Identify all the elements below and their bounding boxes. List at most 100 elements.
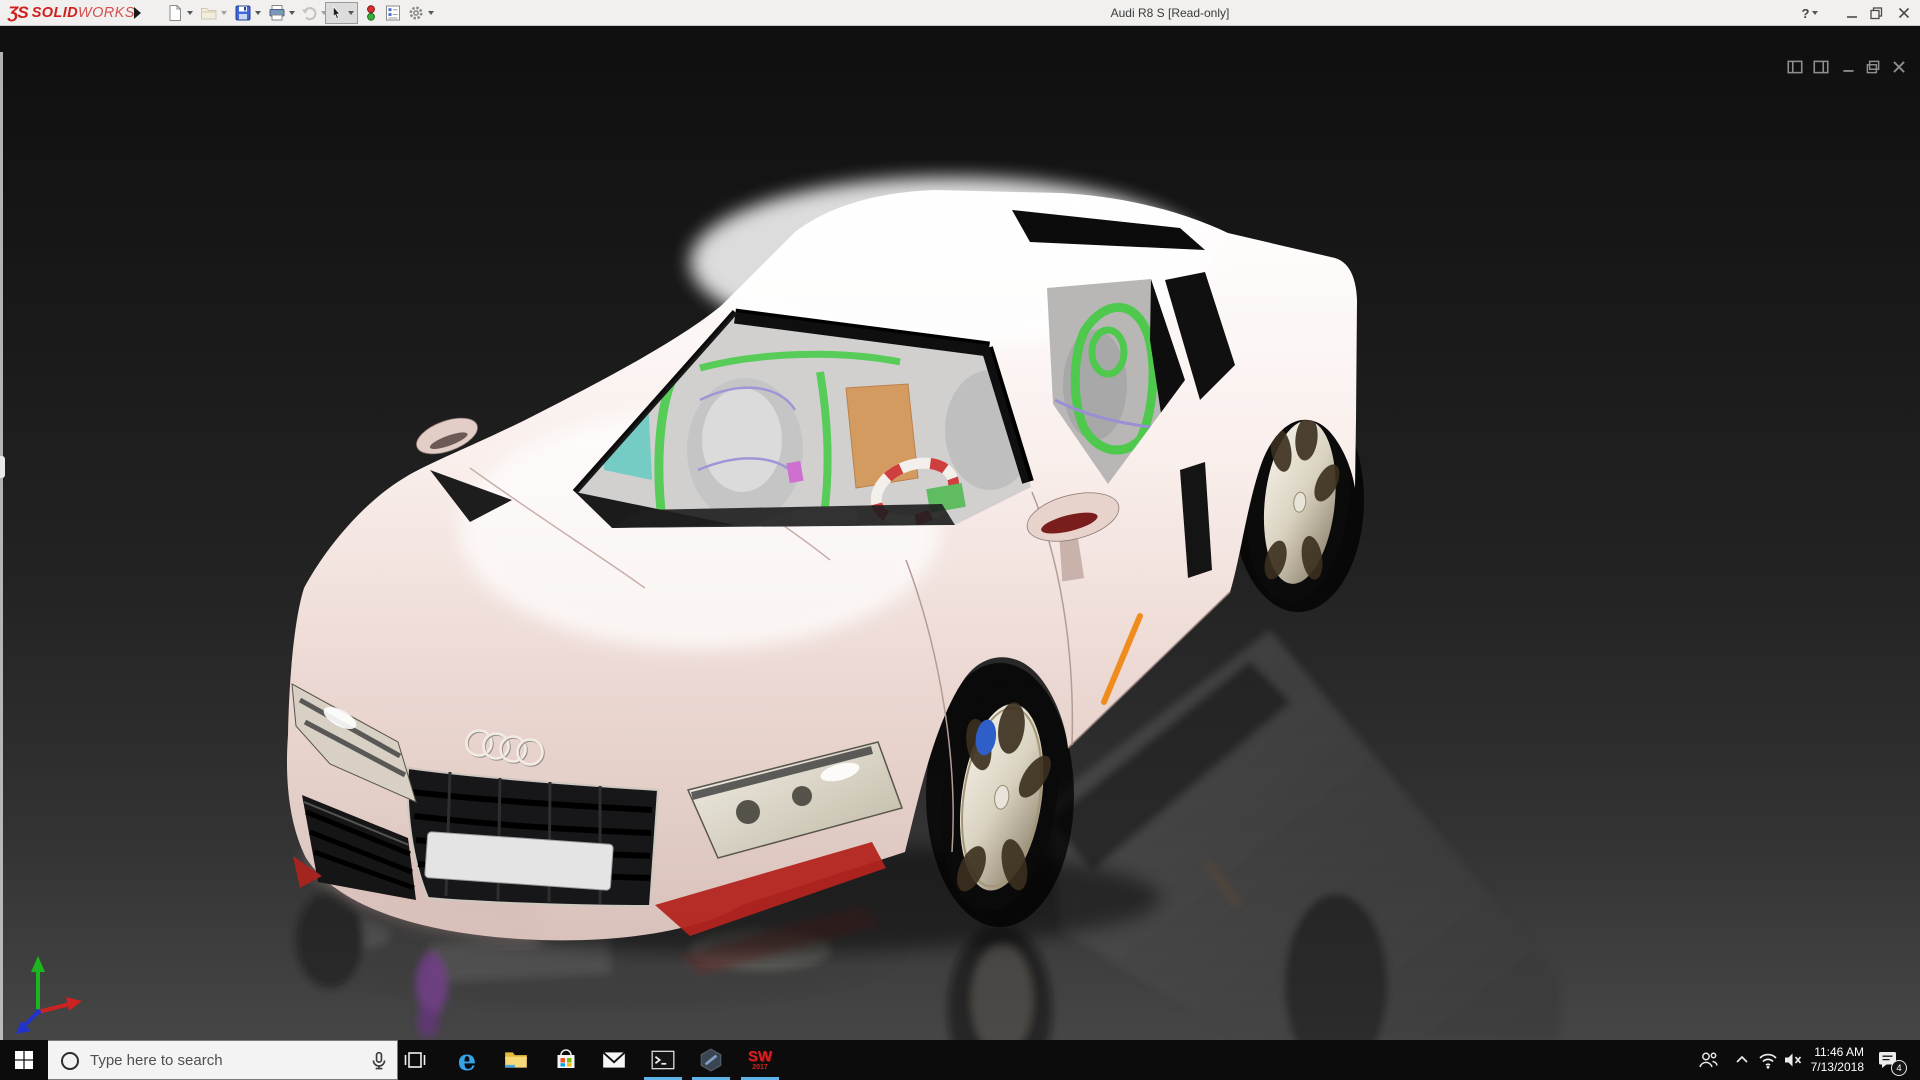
options-button[interactable] [407, 2, 434, 24]
task-view-icon [403, 1048, 427, 1072]
right-side-mirror [1022, 484, 1134, 588]
triad-z-axis [24, 1012, 38, 1026]
flyout-arrow-icon [134, 7, 141, 19]
dropdown-caret[interactable] [348, 11, 354, 15]
license-plate [425, 832, 614, 891]
help-button[interactable]: ? [1798, 1, 1822, 25]
open-document-button[interactable] [200, 2, 227, 24]
solidworks-logo-bold: SOLID [32, 5, 78, 21]
orientation-triad [16, 956, 82, 1034]
front-grille [408, 768, 658, 906]
tray-clock[interactable]: 11:46 AM 7/13/2018 [1800, 1045, 1864, 1075]
new-document-icon [166, 4, 184, 22]
stoplight-button[interactable] [362, 2, 380, 24]
mail-icon [601, 1047, 627, 1073]
taskbar-search[interactable] [48, 1040, 398, 1080]
audi-rings-emblem [467, 731, 544, 766]
left-corner-red [293, 856, 322, 888]
doc-pane-left-button[interactable] [1786, 58, 1804, 76]
notification-badge: 4 [1891, 1060, 1907, 1076]
doc-minimize-button[interactable] [1840, 58, 1858, 76]
minimize-button[interactable] [1840, 1, 1864, 25]
panel-expand-tab[interactable] [0, 456, 5, 478]
doc-close-icon [1894, 62, 1904, 72]
hexagon-app-icon [698, 1047, 724, 1073]
taskbar-command-prompt[interactable] [643, 1040, 683, 1080]
minimize-icon [1844, 5, 1860, 21]
dropdown-caret[interactable] [187, 11, 193, 15]
graphics-viewport[interactable]: *Dimetric [0, 26, 1920, 1040]
close-button[interactable] [1892, 1, 1916, 25]
taskbar-hexagon-app[interactable] [691, 1040, 731, 1080]
action-center-button[interactable]: 4 [1876, 1048, 1902, 1072]
title-bar: ƷS SOLID WORKS [0, 0, 1920, 26]
select-tool-button[interactable] [325, 2, 358, 24]
sw-year: 2017 [748, 1064, 772, 1071]
file-explorer-icon [503, 1047, 529, 1073]
left-headlight [292, 684, 416, 802]
search-input[interactable] [90, 1052, 350, 1069]
taskbar-task-view[interactable] [395, 1040, 435, 1080]
cortana-icon [60, 1051, 80, 1071]
tray-hidden-icons-button[interactable] [1733, 1049, 1751, 1071]
save-floppy-icon [234, 4, 252, 22]
windows-taskbar: e [0, 1040, 1920, 1080]
start-button[interactable] [0, 1040, 48, 1080]
side-window [1047, 279, 1185, 484]
engine-cover-vent [1012, 210, 1205, 250]
front-splitter-red [655, 842, 886, 936]
doc-pane-right-button[interactable] [1812, 58, 1830, 76]
car-scene [0, 26, 1920, 1040]
store-icon [554, 1048, 578, 1072]
dropdown-caret[interactable] [428, 11, 434, 15]
collapsed-panel-strip[interactable] [0, 52, 3, 1066]
menu-flyout-button[interactable] [130, 5, 144, 21]
dropdown-caret[interactable] [289, 11, 295, 15]
microphone-icon[interactable] [369, 1051, 389, 1071]
left-quarter-glass [430, 470, 512, 522]
car-ground-shadow [360, 843, 1160, 953]
dropdown-caret[interactable] [1812, 11, 1818, 15]
doc-restore-button[interactable] [1864, 58, 1882, 76]
select-arrow-icon [329, 5, 345, 21]
new-document-button[interactable] [166, 2, 193, 24]
left-side-mirror [412, 411, 482, 461]
display-options-button[interactable] [384, 2, 402, 24]
dropdown-caret[interactable] [255, 11, 261, 15]
tray-people-button[interactable] [1697, 1049, 1719, 1071]
save-button[interactable] [234, 2, 261, 24]
solidworks-logo-light: WORKS [78, 5, 135, 21]
people-icon [1697, 1049, 1719, 1071]
print-button[interactable] [268, 2, 295, 24]
restore-button[interactable] [1864, 1, 1888, 25]
wifi-icon [1757, 1049, 1779, 1071]
tray-wifi-button[interactable] [1757, 1049, 1779, 1071]
doc-close-button[interactable] [1890, 58, 1908, 76]
taskbar-mail[interactable] [594, 1040, 634, 1080]
floor-reflection [296, 630, 1560, 1040]
windshield [575, 312, 1035, 558]
window-title: Audi R8 S [Read-only] [1040, 6, 1300, 20]
steering-wheel [868, 453, 962, 531]
undo-icon [300, 4, 318, 22]
taskbar-store[interactable] [546, 1040, 586, 1080]
taskbar-file-explorer[interactable] [496, 1040, 536, 1080]
orange-door-stripe [1104, 616, 1140, 702]
open-folder-icon [200, 4, 218, 22]
restore-icon [1868, 5, 1884, 21]
taskbar-solidworks[interactable]: SW 2017 [740, 1040, 780, 1080]
solidworks-logo[interactable]: ƷS SOLID WORKS [8, 2, 135, 24]
pane-right-icon [1814, 61, 1828, 72]
taskbar-edge[interactable]: e [447, 1040, 487, 1080]
sw-letters: SW [748, 1049, 772, 1064]
front-right-wheel [926, 663, 1074, 927]
undo-button[interactable] [300, 2, 327, 24]
command-prompt-icon [650, 1047, 676, 1073]
triad-x-axis [38, 1004, 70, 1012]
rear-right-wheel [1232, 388, 1364, 612]
windows-logo-icon [15, 1051, 33, 1069]
right-headlight [688, 742, 902, 858]
dropdown-caret[interactable] [221, 11, 227, 15]
car-interior [575, 354, 1035, 558]
help-icon: ? [1802, 6, 1810, 21]
